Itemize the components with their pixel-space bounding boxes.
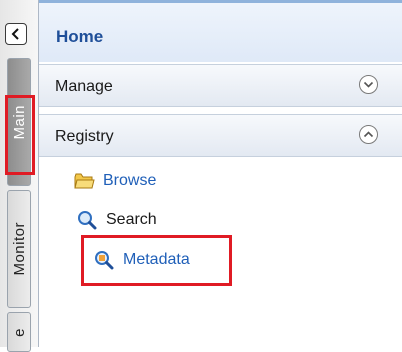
main-tab-highlight-box [5,95,35,175]
tab-monitor-label: Monitor [10,222,28,276]
metadata-highlight-box [81,235,232,286]
navigation-panel: Home Manage Registry Browse Search Metad… [39,0,402,347]
section-registry[interactable]: Registry [39,114,402,157]
chevron-down-icon [363,81,374,88]
tab-more[interactable]: e [7,312,31,352]
chevron-up-icon [363,131,374,138]
nav-item-search-label: Search [106,211,157,228]
section-manage[interactable]: Manage [39,64,402,107]
collapse-panel-button[interactable] [5,23,27,45]
section-registry-label: Registry [55,128,114,145]
nav-item-browse-label: Browse [103,172,157,189]
home-title: Home [56,27,104,46]
collapse-registry-button[interactable] [359,125,378,144]
section-manage-label: Manage [55,78,113,95]
magnifier-icon [78,211,97,230]
nav-item-search[interactable]: Search [76,210,157,230]
tab-more-label: e [10,327,28,337]
tab-monitor[interactable]: Monitor [7,190,31,308]
home-header[interactable]: Home [39,0,402,62]
chevron-left-icon [11,28,19,40]
nav-item-browse[interactable]: Browse [73,171,156,191]
folder-icon [74,173,95,189]
expand-manage-button[interactable] [359,75,378,94]
